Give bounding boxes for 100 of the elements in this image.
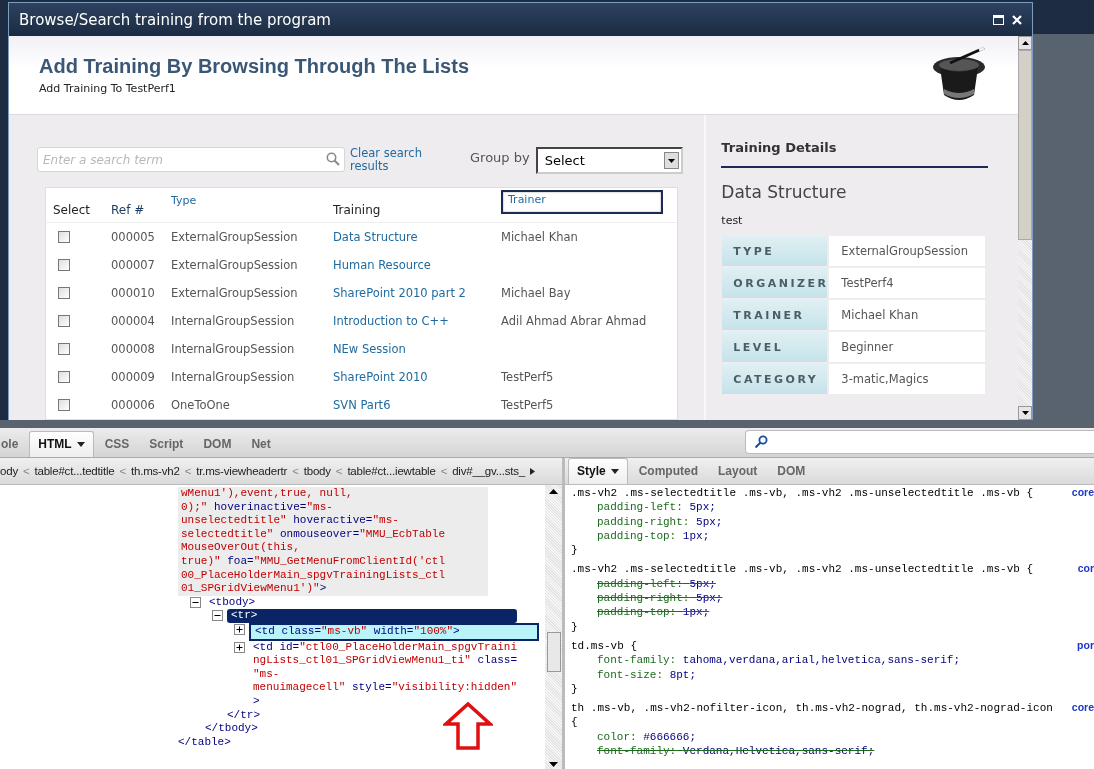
html-element-node[interactable]: <td class="ms-vb" width="100%">	[249, 622, 539, 641]
devtools-tab[interactable]: Net	[242, 431, 280, 457]
field-value: TestPerf4	[829, 268, 986, 298]
breadcrumb[interactable]: tr.ms-viewheadertr	[196, 465, 288, 477]
field-value: 3-matic,Magics	[829, 364, 986, 394]
css-declaration[interactable]: padding-right: 5px;	[571, 514, 1094, 529]
training-link[interactable]: Data Structure	[333, 230, 501, 244]
expand-toggle-icon[interactable]	[234, 641, 245, 653]
page-subheading: Add Training To TestPerf1	[39, 82, 177, 95]
breadcrumb[interactable]: tbody	[303, 465, 331, 477]
style-tab[interactable]: Style	[568, 458, 628, 484]
table-cell-text: Michael Khan	[501, 230, 579, 244]
select-checkbox[interactable]	[58, 343, 70, 355]
breadcrumb-separator: <	[119, 465, 126, 477]
css-declaration[interactable]: padding-right: 5px;	[571, 591, 1094, 606]
stylesheet-link[interactable]: por	[1077, 638, 1094, 651]
select-checkbox[interactable]	[58, 287, 70, 299]
clear-search-link[interactable]: Clear search results	[350, 147, 450, 173]
annotation-arrow	[443, 702, 493, 750]
style-tab[interactable]: Layout	[709, 458, 767, 484]
field-label: ORGANIZER	[722, 268, 828, 298]
scroll-up-icon[interactable]	[1021, 41, 1029, 45]
scroll-down-icon[interactable]	[1021, 411, 1029, 415]
css-declaration[interactable]: color: #666666;	[571, 729, 1094, 745]
collapse-toggle-icon[interactable]	[212, 610, 223, 622]
table-cell-text: InternalGroupSession	[171, 314, 296, 328]
column-header[interactable]: Ref #	[111, 203, 171, 217]
css-declaration[interactable]: padding-left: 5px;	[571, 500, 1094, 515]
css-declaration[interactable]: font-family: tahoma,verdana,arial,helvetica,sans-serif;	[571, 653, 1094, 668]
devtools-tab[interactable]: Script	[140, 431, 193, 457]
devtools-tab[interactable]: ole	[0, 431, 28, 457]
training-name: Data Structure	[721, 182, 848, 202]
search-icon	[754, 435, 768, 449]
html-element-node[interactable]: <tr>	[227, 609, 517, 623]
group-by-select[interactable]: Select	[535, 147, 683, 174]
scrollbar[interactable]	[1018, 36, 1032, 420]
training-link[interactable]: SVN Part6	[333, 398, 501, 412]
select-checkbox[interactable]	[58, 399, 70, 411]
devtools-tab[interactable]: HTML	[29, 431, 94, 457]
search-field[interactable]: Enter a search term	[37, 147, 345, 172]
search-field[interactable]	[745, 430, 1094, 454]
window-title: Browse/Search training from the program	[19, 10, 332, 29]
html-element-node[interactable]: <tbody>	[205, 595, 260, 610]
stylesheet-link[interactable]: cor	[1077, 562, 1094, 575]
training-link[interactable]: Introduction to C++	[333, 314, 501, 328]
training-link[interactable]: SharePoint 2010 part 2	[333, 286, 501, 300]
code-line: true)" foa="MMU_GetMenuFromClientId('ctl	[181, 554, 447, 569]
stylesheet-link[interactable]: core	[1071, 701, 1094, 714]
maximize-icon[interactable]	[993, 14, 1004, 25]
breadcrumb[interactable]: table#ct...tedtitle	[34, 465, 115, 477]
scrollbar-thumb[interactable]	[1018, 50, 1032, 240]
search-icon[interactable]	[326, 152, 340, 166]
training-link[interactable]: Human Resource	[333, 258, 501, 272]
breadcrumb-separator: <	[184, 465, 192, 477]
select-checkbox[interactable]	[58, 231, 70, 243]
select-checkbox[interactable]	[58, 371, 70, 383]
css-declaration[interactable]: padding-left: 5px;	[571, 576, 1094, 592]
devtools-tab[interactable]: DOM	[194, 431, 241, 457]
breadcrumb[interactable]: ody	[0, 465, 18, 477]
css-declaration[interactable]: font-family: Verdana,Helvetica,sans-serif;	[571, 744, 1094, 759]
training-link[interactable]: NEw Session	[333, 342, 501, 356]
training-link[interactable]: SharePoint 2010	[333, 370, 501, 384]
css-declaration[interactable]: padding-top: 1px;	[571, 528, 1094, 544]
code-line: unselectedtitle" hoveractive="ms-	[181, 514, 400, 528]
details-title: Training Details	[721, 140, 989, 168]
devtools-tab[interactable]: CSS	[95, 431, 139, 457]
field-label: TRAINER	[722, 300, 828, 330]
closing-brace: }	[571, 681, 579, 697]
table-cell-text: TestPerf5	[501, 398, 555, 412]
expand-toggle-icon[interactable]	[234, 623, 245, 635]
stylesheet-link[interactable]: core	[1071, 486, 1094, 498]
column-header[interactable]: Trainer	[501, 190, 663, 214]
closing-brace: }	[571, 543, 579, 558]
table-cell-text: ExternalGroupSession	[171, 258, 299, 272]
scroll-down-icon[interactable]	[549, 762, 558, 767]
code-line: MouseOverOut(this,	[181, 541, 301, 555]
style-tab[interactable]: DOM	[768, 458, 815, 484]
breadcrumb[interactable]: div#__gv...sts_	[452, 465, 526, 477]
table-cell-text: 000005	[111, 230, 156, 244]
table-cell-text: ExternalGroupSession	[171, 286, 299, 300]
css-declaration[interactable]: padding-top: 1px;	[571, 605, 1094, 620]
collapse-toggle-icon[interactable]	[190, 596, 201, 608]
html-element-node[interactable]: <td id="ctl00_PlaceHolderMain_spgvTraini ngLists_ctl01_SPGridViewMenu1_ti" class= "ms- menuimagecell" style="visibility:hidden" >	[249, 640, 522, 709]
more-arrow-icon[interactable]	[530, 467, 536, 475]
column-header[interactable]: Type	[171, 194, 333, 207]
breadcrumb-separator: <	[440, 465, 448, 477]
column-header: Training	[333, 203, 382, 217]
style-tab[interactable]: Computed	[629, 458, 707, 484]
scrollbar-thumb[interactable]	[546, 632, 561, 672]
breadcrumb[interactable]: table#ct...iewtable	[347, 465, 436, 477]
table-cell-text: TestPerf5	[501, 370, 555, 384]
field-label: LEVEL	[722, 332, 828, 362]
select-checkbox[interactable]	[58, 315, 70, 327]
scroll-up-icon[interactable]	[549, 489, 558, 494]
close-icon[interactable]	[1012, 14, 1022, 25]
breadcrumb[interactable]: th.ms-vh2	[130, 465, 180, 477]
table-cell-text: Michael Bay	[501, 286, 572, 300]
css-declaration[interactable]: font-size: 8pt;	[571, 667, 1094, 682]
scrollbar[interactable]	[545, 485, 562, 769]
select-checkbox[interactable]	[58, 259, 70, 271]
